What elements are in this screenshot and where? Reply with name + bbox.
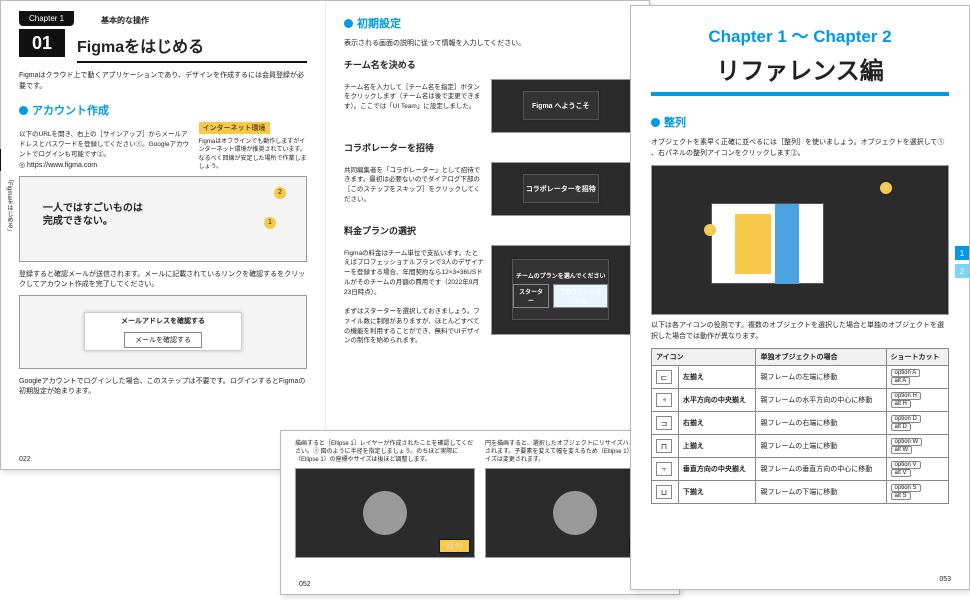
section-label: 基本的な操作: [101, 15, 149, 26]
mail-button: メールを確認する: [124, 332, 202, 348]
align-icon: ⊔: [656, 485, 672, 499]
sec-plan-t: Figmaの料金はチーム単位で支払います。たとえばプロフェッショナルプランで3人…: [344, 249, 485, 347]
confirm-text: 登録すると確認メールが送信されます。メールに記載されているリンクを確認するをクリ…: [19, 270, 307, 291]
align-intro: オブジェクトを素早く正確に並べるには［整列］を使いましょう。オブジェクトを選択し…: [651, 138, 949, 159]
h2-init: 初期設定: [344, 15, 631, 31]
screenshot-team: Figma へようこそ: [491, 79, 632, 133]
align-desc: 親フレームの垂直方向の中心に移動: [756, 458, 886, 481]
table-row: ⊓ 上揃え親フレームの上端に移動option Walt W: [652, 435, 949, 458]
intro-text: Figmaはクラウド上で動くアプリケーションであり、デザインを作成するには会員登…: [19, 71, 307, 92]
sec-collab-t: 共同編集者を「コラボレーター」として招待できます。最初は必要ないのでダイアログ下…: [344, 166, 485, 205]
align-keys: option Salt S: [886, 481, 948, 504]
sec-team-h: チーム名を決める: [344, 58, 631, 71]
align-name: 垂直方向の中央揃え: [678, 458, 756, 481]
align-icon: ⫟: [656, 462, 672, 476]
align-keys: option Halt H: [886, 389, 948, 412]
align-desc: 親フレームの上端に移動: [756, 435, 886, 458]
ref-range: Chapter 1 〜 Chapter 2: [651, 22, 949, 47]
page-title: Figmaをはじめる: [77, 33, 307, 63]
align-name: 上揃え: [678, 435, 756, 458]
sec-collab-h: コラボレーターを招待: [344, 141, 631, 154]
align-keys: option Dalt D: [886, 412, 948, 435]
h2-account: アカウント作成: [19, 102, 307, 118]
table-row: ⫟ 垂直方向の中央揃え親フレームの垂直方向の中心に移動option Valt V: [652, 458, 949, 481]
align-desc: 親フレームの左端に移動: [756, 366, 886, 389]
page-num-053: 053: [939, 576, 951, 583]
screenshot-plan: チームのプランを選んでください スターター プロフェッショナル: [491, 245, 632, 335]
page-053: Chapter 1 〜 Chapter 2 リファレンス編 1 2 整列 オブジ…: [630, 5, 970, 590]
chapter-tab: Chapter 1: [19, 11, 74, 26]
page-023: 1 2 初期設定 表示される画面の説明に従って情報を入力してください。 チーム名…: [325, 1, 649, 469]
page-052: 描画すると［Ellipse 1］レイヤーが作成されたことを確認してください。① …: [280, 430, 680, 595]
account-text: 以下のURLを開き、右上の［サインアップ］からメールアドレスとパスワードを登録し…: [19, 130, 193, 159]
screenshot-collab: コラボレーターを招待: [491, 162, 632, 216]
page-num-052: 052: [299, 581, 311, 588]
align-name: 左揃え: [678, 366, 756, 389]
align-icon: ⊐: [656, 416, 672, 430]
spread-left: 01 「Figmaをはじめる」 Chapter 1 基本的な操作 01 Figm…: [0, 0, 650, 470]
align-desc: 親フレームの下端に移動: [756, 481, 886, 504]
screenshot-align: 1 2: [651, 165, 949, 315]
align-icon: ⊏: [656, 370, 672, 384]
sec-plan-h: 料金プランの選択: [344, 224, 631, 237]
mail-head: メールアドレスを確認する: [121, 316, 205, 326]
ellipse-text-1: 描画すると［Ellipse 1］レイヤーが作成されたことを確認してください。① …: [295, 441, 475, 464]
h2-align: 整列: [651, 114, 949, 130]
side-r2: 2: [955, 264, 969, 278]
section-number: 01: [19, 29, 65, 57]
inet-body: Figmaはオフラインでも動作しますがインターネット環境が推奨されています。なる…: [199, 138, 307, 172]
figma-url: ◎ https://www.figma.com: [19, 161, 193, 169]
sec-team-t: チーム名を入力して［チーム名を指定］ボタンをクリックします（チーム名は後で変更で…: [344, 83, 485, 112]
align-name: 右揃え: [678, 412, 756, 435]
inet-tag: インターネット環境: [199, 122, 270, 134]
table-intro: 以下は各アイコンの役割です。複数のオブジェクトを選択した場合と単独のオブジェクト…: [651, 321, 949, 342]
table-row: ⫞ 水平方向の中央揃え親フレームの水平方向の中心に移動option Halt H: [652, 389, 949, 412]
page-num-022: 022: [19, 456, 31, 463]
align-table: アイコン 単独オブジェクトの場合 ショートカット ⊏ 左揃え親フレームの左端に移動…: [651, 348, 949, 504]
align-keys: option Valt V: [886, 458, 948, 481]
ref-title: リファレンス編: [651, 51, 949, 96]
screenshot-mail: メールアドレスを確認する メールを確認する: [19, 295, 307, 369]
figure-badge-1: 図 01: [439, 539, 470, 553]
th-desc: 単独オブジェクトの場合: [756, 349, 886, 366]
table-row: ⊔ 下揃え親フレームの下端に移動option Salt S: [652, 481, 949, 504]
align-icon: ⊓: [656, 439, 672, 453]
align-keys: option Aalt A: [886, 366, 948, 389]
th-icon: アイコン: [652, 349, 756, 366]
align-desc: 親フレームの右端に移動: [756, 412, 886, 435]
hero-copy: 一人ではすごいものは 完成できない。: [43, 202, 143, 228]
screenshot-signup: 一人ではすごいものは 完成できない。 1 2: [19, 176, 307, 262]
screenshot-ellipse-1: 図 01: [295, 468, 475, 558]
google-text: Googleアカウントでログインした場合、このステップは不要です。ログインすると…: [19, 377, 307, 398]
side-r1: 1: [955, 246, 969, 260]
align-name: 水平方向の中央揃え: [678, 389, 756, 412]
align-icon: ⫞: [656, 393, 672, 407]
init-intro: 表示される画面の説明に従って情報を入力してください。: [344, 39, 631, 50]
table-row: ⊐ 右揃え親フレームの右端に移動option Dalt D: [652, 412, 949, 435]
page-022: Chapter 1 基本的な操作 01 Figmaをはじめる Figmaはクラウ…: [1, 1, 325, 469]
align-desc: 親フレームの水平方向の中心に移動: [756, 389, 886, 412]
align-keys: option Walt W: [886, 435, 948, 458]
table-row: ⊏ 左揃え親フレームの左端に移動option Aalt A: [652, 366, 949, 389]
th-shortcut: ショートカット: [886, 349, 948, 366]
align-name: 下揃え: [678, 481, 756, 504]
